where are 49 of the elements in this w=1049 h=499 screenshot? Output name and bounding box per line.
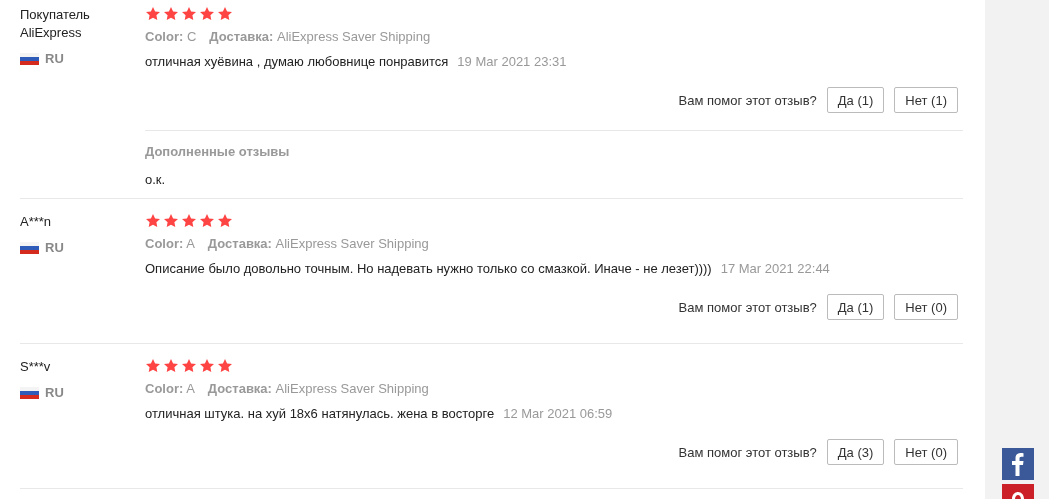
star-icon [199,358,215,374]
helpful-question: Вам помог этот отзыв? [678,92,817,108]
star-icon [217,358,233,374]
star-icon [163,358,179,374]
star-icon [163,6,179,22]
additional-review-title: Дополненные отзывы [145,143,291,161]
shipping-info: Доставка: AliExpress Saver Shipping [207,235,429,253]
color-info: Color: A [145,380,195,398]
review-date: 17 Mar 2021 22:44 [720,260,830,278]
country-code: RU [45,239,64,257]
flag-icon [20,387,39,399]
facebook-icon[interactable] [1002,448,1034,480]
star-icon [145,358,161,374]
shipping-info: Доставка: AliExpress Saver Shipping [207,380,429,398]
additional-review-text: о.к. [145,171,167,189]
star-icon [217,213,233,229]
review-text: отличная хуёвина , думаю любовнице понравится [145,53,449,71]
shipping-info: Доставка: AliExpress Saver Shipping [209,28,431,46]
flag-icon [20,53,39,65]
no-button[interactable]: Нет (1) [894,87,958,113]
yes-button[interactable]: Да (1) [826,87,885,113]
helpful-question: Вам помог этот отзыв? [678,299,817,315]
star-icon [181,6,197,22]
yes-button[interactable]: Да (1) [826,294,885,320]
star-icon [181,358,197,374]
no-button[interactable]: Нет (0) [894,294,958,320]
user-name: A***n [20,213,53,231]
star-icon [145,213,161,229]
country-code: RU [45,50,64,68]
star-icon [163,213,179,229]
review-text: Описание было довольно точным. Но надевать нужно только со смазкой. Иначе - не лезет)))) [145,260,712,278]
star-icon [199,6,215,22]
color-info: Color: C [145,28,197,46]
review-date: 19 Mar 2021 23:31 [457,53,567,71]
helpful-question: Вам помог этот отзыв? [678,444,817,460]
star-icon [217,6,233,22]
review-date: 12 Mar 2021 06:59 [503,405,613,423]
star-icon [145,6,161,22]
color-info: Color: A [145,235,195,253]
pinterest-icon[interactable] [1002,484,1034,499]
user-name: Покупатель AliExpress [20,6,91,42]
country-code: RU [45,384,64,402]
yes-button[interactable]: Да (3) [826,439,885,465]
star-icon [199,213,215,229]
flag-icon [20,242,39,254]
user-name: S***v [20,358,52,376]
star-icon [181,213,197,229]
review-text: отличная штука. на хуй 18х6 натянулась. жена в восторге [145,405,495,423]
no-button[interactable]: Нет (0) [894,439,958,465]
